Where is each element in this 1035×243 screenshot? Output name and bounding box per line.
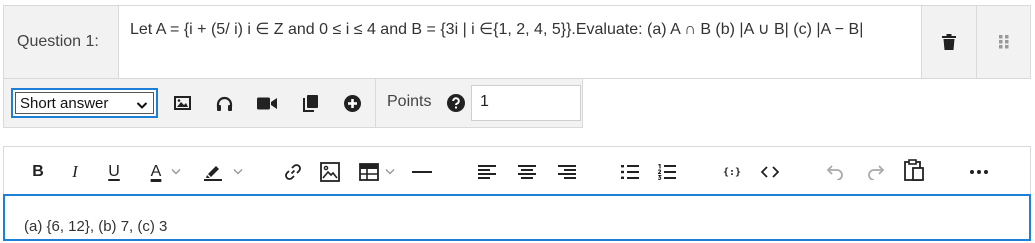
options-divider [375, 79, 376, 127]
add-option-button[interactable] [341, 92, 363, 114]
more-options-button[interactable] [968, 161, 990, 183]
undo-button[interactable] [824, 161, 846, 183]
redo-button[interactable] [865, 161, 887, 183]
trash-icon [942, 34, 956, 50]
font-color-label: A [150, 163, 162, 180]
code-sample-button[interactable]: {:} [720, 161, 744, 183]
link-button[interactable] [282, 161, 304, 183]
table-button[interactable] [356, 161, 398, 183]
numbered-list-icon [658, 164, 676, 180]
chevron-down-icon [136, 102, 148, 109]
clipboard-icon [904, 159, 924, 181]
answer-type-select[interactable]: Short answer [11, 88, 158, 118]
chevron-down-icon [233, 169, 243, 175]
horizontal-line-button[interactable] [411, 161, 433, 183]
insert-audio-button[interactable] [213, 92, 235, 114]
redo-icon [868, 165, 885, 180]
duplicate-question-button[interactable] [299, 92, 321, 114]
insert-video-button[interactable] [256, 92, 278, 114]
points-input[interactable]: 1 [471, 85, 581, 121]
plus-circle-icon [343, 94, 361, 112]
delete-question-button[interactable] [922, 6, 976, 78]
align-right-icon [558, 165, 576, 179]
align-left-button[interactable] [476, 161, 498, 183]
undo-icon [826, 165, 843, 180]
underline-button[interactable]: U [105, 161, 123, 183]
numbered-list-button[interactable] [656, 161, 678, 183]
question-text-field[interactable]: Let A = {i + (5/ i) i ∈ Z and 0 ≤ i ≤ 4 … [118, 6, 922, 78]
horizontal-rule-icon [412, 171, 432, 173]
question-circle-icon[interactable] [447, 94, 465, 112]
answer-editor: B I U A {:} (a) {6, 12}, (b) 7, (c) 3 [3, 146, 1031, 241]
points-label: Points [387, 93, 432, 110]
video-camera-icon [257, 97, 277, 109]
chevron-down-icon [385, 169, 395, 175]
highlighter-icon [204, 166, 222, 181]
table-icon [359, 163, 379, 181]
font-color-button[interactable]: A [142, 161, 190, 183]
source-code-button[interactable] [759, 161, 781, 183]
italic-button[interactable]: I [66, 161, 84, 183]
copy-icon [303, 94, 318, 112]
image-icon [173, 96, 191, 110]
align-center-icon [518, 165, 536, 179]
image-icon [320, 162, 340, 182]
question-options-row: Short answer Points 1 [3, 79, 583, 128]
insert-image-tool[interactable] [319, 161, 341, 183]
headphones-icon [216, 96, 232, 111]
link-icon [285, 164, 301, 180]
chevron-down-icon [171, 169, 181, 175]
answer-type-value: Short answer [20, 94, 109, 112]
bullet-list-icon [621, 165, 639, 179]
align-center-button[interactable] [516, 161, 538, 183]
align-right-button[interactable] [556, 161, 578, 183]
paste-button[interactable] [902, 159, 926, 181]
question-row: Question 1: Let A = {i + (5/ i) i ∈ Z an… [3, 5, 1031, 79]
drag-handle[interactable] [976, 6, 1030, 78]
question-label: Question 1: [17, 33, 99, 50]
code-brackets-icon [761, 166, 779, 178]
more-horizontal-icon [970, 170, 988, 174]
insert-image-button[interactable] [171, 92, 193, 114]
answer-content-area[interactable]: (a) {6, 12}, (b) 7, (c) 3 [3, 194, 1031, 241]
bullet-list-button[interactable] [619, 161, 641, 183]
align-left-icon [478, 165, 496, 179]
editor-toolbar: B I U A {:} [4, 147, 1030, 194]
highlight-color-button[interactable] [199, 161, 247, 183]
bold-button[interactable]: B [29, 161, 47, 183]
drag-dots-icon [998, 35, 1008, 49]
